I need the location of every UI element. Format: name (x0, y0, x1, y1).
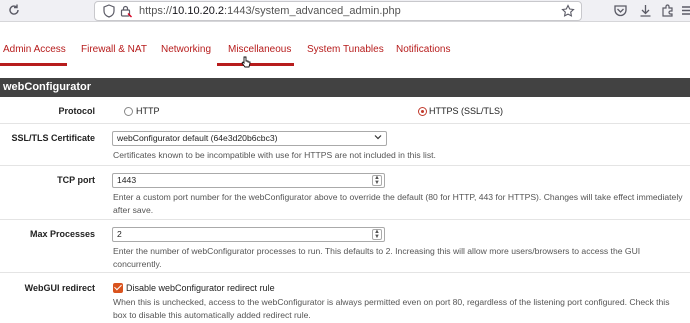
disable-redirect-checkbox[interactable] (113, 283, 123, 293)
bookmark-star-icon[interactable] (561, 4, 575, 18)
settings-tabs: Admin Access Firewall & NAT Networking M… (0, 22, 690, 78)
certificate-select[interactable]: webConfigurator default (64e3d20b6cbc3) (112, 131, 387, 146)
tab-system-tunables[interactable]: System Tunables (307, 44, 384, 55)
tab-miscellaneous[interactable]: Miscellaneous (228, 44, 291, 55)
max-processes-input[interactable]: 2 ▲ ▼ (112, 227, 385, 242)
webgui-redirect-row: WebGUI redirect Disable webConfigurator … (0, 273, 690, 323)
section-heading: webConfigurator (0, 78, 690, 97)
max-processes-value: 2 (117, 229, 122, 239)
certificate-row: SSL/TLS Certificate webConfigurator defa… (0, 124, 690, 166)
url-rest: :1443/system_advanced_admin.php (224, 5, 401, 17)
reload-icon[interactable] (6, 3, 22, 19)
http-radio[interactable] (124, 107, 133, 116)
https-radio-label[interactable]: HTTPS (SSL/TLS) (429, 106, 503, 116)
extensions-icon[interactable] (660, 3, 675, 18)
url-text: https://10.10.20.2:1443/system_advanced_… (139, 5, 401, 17)
tcp-port-label: TCP port (57, 175, 95, 185)
certificate-label: SSL/TLS Certificate (11, 133, 95, 143)
webgui-redirect-help: When this is unchecked, access to the we… (113, 297, 670, 320)
browser-toolbar: https://10.10.20.2:1443/system_advanced_… (0, 0, 690, 22)
certificate-value: webConfigurator default (64e3d20b6cbc3) (117, 133, 278, 143)
tab-miscellaneous-underline (217, 63, 294, 66)
lock-warning-icon[interactable] (119, 4, 133, 18)
protocol-label: Protocol (58, 106, 95, 116)
tcp-port-value: 1443 (117, 175, 137, 185)
https-radio[interactable] (418, 107, 427, 116)
tcp-port-help: Enter a custom port number for the webCo… (113, 192, 683, 215)
protocol-row: Protocol HTTP HTTPS (SSL/TLS) (0, 97, 690, 124)
chevron-down-icon (373, 133, 383, 145)
url-prefix: https:// (139, 5, 173, 17)
max-processes-row: Max Processes 2 ▲ ▼ Enter the number of w… (0, 220, 690, 273)
url-host: 10.10.20.2 (172, 5, 225, 17)
tcp-port-input[interactable]: 1443 ▲ ▼ (112, 173, 385, 188)
tab-notifications[interactable]: Notifications (396, 44, 450, 55)
shield-icon[interactable] (102, 4, 116, 18)
max-processes-stepper[interactable]: ▲ ▼ (372, 229, 382, 240)
disable-redirect-checkbox-label[interactable]: Disable webConfigurator redirect rule (126, 283, 275, 293)
url-bar[interactable]: https://10.10.20.2:1443/system_advanced_… (94, 1, 582, 21)
hand-cursor-icon (241, 56, 251, 68)
tab-networking[interactable]: Networking (161, 44, 211, 55)
tcp-port-row: TCP port 1443 ▲ ▼ Enter a custom port num… (0, 166, 690, 220)
certificate-help: Certificates known to be incompatible wi… (113, 150, 436, 160)
tcp-port-stepper[interactable]: ▲ ▼ (372, 175, 382, 186)
http-radio-label[interactable]: HTTP (136, 106, 160, 116)
downloads-icon[interactable] (638, 3, 653, 18)
webgui-redirect-label: WebGUI redirect (24, 283, 95, 293)
tab-admin-access[interactable]: Admin Access (3, 44, 66, 55)
tab-firewall-nat[interactable]: Firewall & NAT (81, 44, 147, 55)
tab-admin-access-underline (0, 63, 67, 66)
pocket-icon[interactable] (613, 3, 628, 18)
max-processes-label: Max Processes (29, 229, 95, 239)
menu-icon[interactable] (680, 3, 690, 18)
max-processes-help: Enter the number of webConfigurator proc… (113, 246, 641, 269)
